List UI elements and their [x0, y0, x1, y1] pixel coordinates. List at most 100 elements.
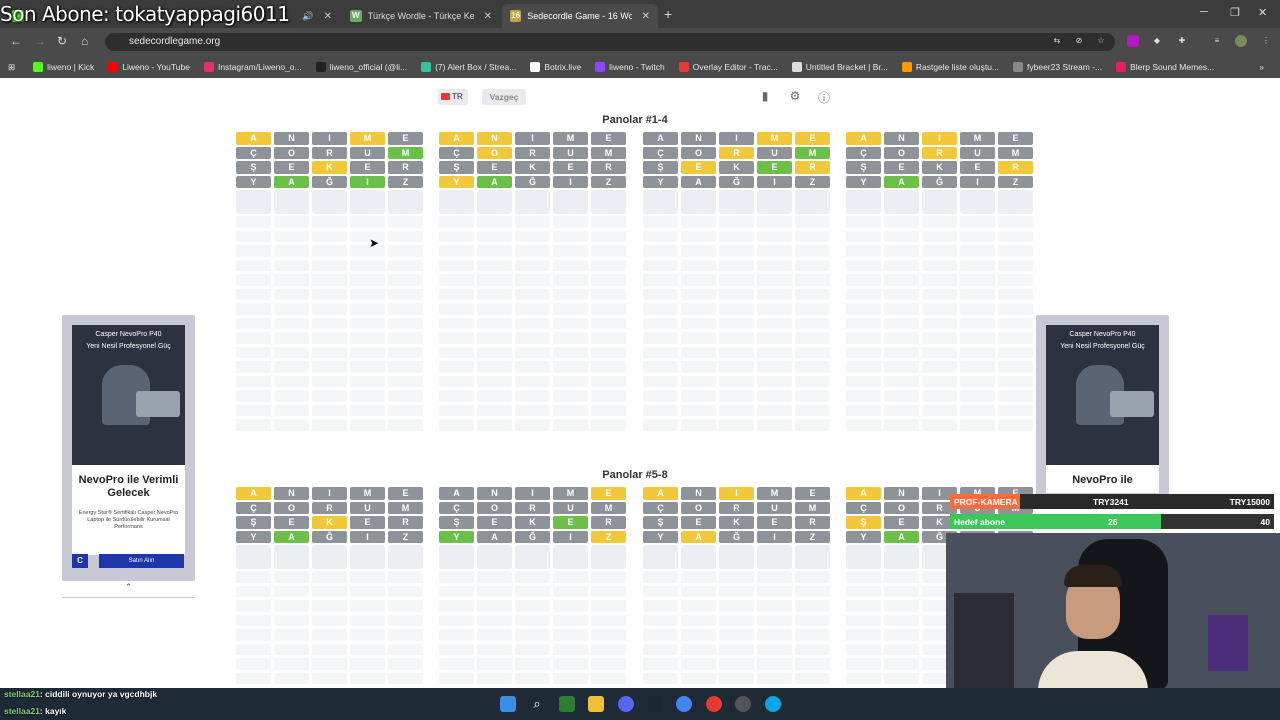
- extension-diamond-icon[interactable]: ◆: [1151, 35, 1163, 47]
- future-tile: [439, 317, 474, 329]
- bookmark-item[interactable]: liweno_official (@li...: [315, 62, 407, 72]
- eye-off-icon[interactable]: ⊘: [1073, 35, 1085, 47]
- address-input[interactable]: sedecordlegame.org: [105, 33, 1115, 51]
- future-tile: [998, 274, 1033, 286]
- info-icon[interactable]: ⓘ: [815, 89, 833, 105]
- future-row: [236, 643, 426, 655]
- translate-icon[interactable]: ⇆: [1051, 35, 1063, 47]
- extension-icon[interactable]: [1127, 35, 1139, 47]
- bookmark-item[interactable]: liweno | Kick: [33, 62, 94, 72]
- guess-row: ÇORUM: [439, 146, 629, 159]
- tab-turkce-wordle[interactable]: W Türkçe Wordle - Türkçe Kelime ✕: [342, 4, 500, 28]
- future-tile: [719, 216, 754, 228]
- chrome-icon[interactable]: [676, 696, 692, 712]
- discord-icon[interactable]: [618, 696, 634, 712]
- edge-icon[interactable]: [765, 696, 781, 712]
- future-tile: [553, 658, 588, 670]
- future-tile: [553, 600, 588, 612]
- forward-icon[interactable]: →: [34, 34, 46, 48]
- ad-headline-partial: NevoPro ile: [1072, 474, 1133, 486]
- empty-tile: [681, 545, 716, 569]
- ad-brand: Casper NevoPro P40: [95, 331, 162, 338]
- stats-icon[interactable]: ▮: [756, 89, 774, 105]
- future-tile: [643, 643, 678, 655]
- future-tile: [591, 288, 626, 300]
- bookmark-item[interactable]: liweno - Twitch: [595, 62, 665, 72]
- bookmark-label: Instagram/Liweno_o...: [217, 62, 302, 72]
- letter-tile: O: [274, 501, 309, 514]
- bookmark-item[interactable]: Botrix.live: [530, 62, 581, 72]
- restore-icon[interactable]: ❐: [1230, 6, 1240, 19]
- future-tile: [553, 274, 588, 286]
- bookmark-item[interactable]: fybeer23 Stream -...: [1013, 62, 1102, 72]
- new-tab-icon[interactable]: +: [664, 6, 672, 22]
- search-icon[interactable]: ⌕: [529, 696, 545, 712]
- advertisement-left[interactable]: Casper NevoPro P40 Yeni Nesil Profesyone…: [62, 315, 195, 581]
- close-window-icon[interactable]: ✕: [1258, 6, 1267, 19]
- more-bookmarks-icon[interactable]: »: [1259, 62, 1264, 72]
- extensions-puzzle-icon[interactable]: ✚: [1176, 35, 1188, 47]
- letter-tile: E: [681, 161, 716, 174]
- future-tile: [236, 230, 271, 242]
- bookmark-item[interactable]: Rastgele liste oluştu...: [901, 62, 999, 72]
- app-icon[interactable]: [559, 696, 575, 712]
- future-tile: [922, 390, 957, 402]
- bookmark-item[interactable]: Liweno - YouTube: [108, 62, 190, 72]
- media-icon[interactable]: ≡: [1211, 35, 1223, 47]
- bookmark-item[interactable]: Overlay Editor - Trac...: [678, 62, 778, 72]
- home-icon[interactable]: ⌂: [81, 34, 88, 48]
- guess-row: ŞEKER: [236, 161, 426, 174]
- reload-icon[interactable]: ↻: [57, 34, 67, 48]
- bookmark-item[interactable]: Untitled Bracket | Br...: [791, 62, 888, 72]
- current-input-row: [643, 545, 833, 569]
- file-explorer-icon[interactable]: [588, 696, 604, 712]
- future-tile: [719, 346, 754, 358]
- advertisement-right[interactable]: Casper NevoPro P40 Yeni Nesil Profesyone…: [1036, 315, 1169, 495]
- back-icon[interactable]: ←: [10, 34, 22, 48]
- collapse-ad-icon[interactable]: ⌃: [62, 582, 195, 598]
- settings-gear-icon[interactable]: ⚙: [786, 89, 804, 105]
- empty-tile: [350, 545, 385, 569]
- future-tile: [515, 274, 550, 286]
- language-button[interactable]: TR: [438, 89, 468, 105]
- bookmark-item[interactable]: Blerp Sound Memes...: [1116, 62, 1214, 72]
- future-tile: [439, 658, 474, 670]
- close-icon[interactable]: ✕: [324, 11, 332, 22]
- cancel-button[interactable]: Vazgeç: [482, 89, 526, 105]
- apps-icon[interactable]: ⊞: [8, 62, 15, 73]
- letter-tile: Y: [439, 530, 474, 543]
- empty-tile: [846, 545, 881, 569]
- future-tile: [643, 404, 678, 416]
- bookmark-item[interactable]: (7) Alert Box / Strea...: [421, 62, 516, 72]
- opera-icon[interactable]: [706, 696, 722, 712]
- future-tile: [515, 245, 550, 257]
- future-tile: [643, 614, 678, 626]
- future-tile: [846, 303, 881, 315]
- future-row: [236, 658, 426, 670]
- future-tile: [795, 404, 830, 416]
- close-icon[interactable]: ✕: [484, 11, 492, 22]
- profile-avatar[interactable]: [1235, 35, 1247, 47]
- obs-icon[interactable]: [735, 696, 751, 712]
- bookmark-item[interactable]: Instagram/Liweno_o...: [203, 62, 302, 72]
- future-row: [439, 259, 629, 271]
- steam-icon[interactable]: [647, 696, 663, 712]
- letter-tile: Y: [643, 530, 678, 543]
- future-tile: [274, 419, 309, 431]
- ad-headline: NevoPro ile Verimli Gelecek: [78, 474, 179, 499]
- menu-icon[interactable]: ⋮: [1260, 35, 1272, 47]
- future-tile: [795, 274, 830, 286]
- bookmark-star-icon[interactable]: ☆: [1095, 35, 1107, 47]
- future-tile: [846, 216, 881, 228]
- future-tile: [591, 346, 626, 358]
- future-row: [643, 230, 833, 242]
- minimize-icon[interactable]: ─: [1200, 6, 1208, 18]
- windows-start-icon[interactable]: [500, 696, 516, 712]
- empty-tile: [998, 190, 1033, 214]
- future-tile: [643, 585, 678, 597]
- donation-amount: TRY3241: [1093, 497, 1129, 507]
- close-icon[interactable]: ✕: [642, 11, 650, 22]
- tab-sedecordle[interactable]: 16 Sedecordle Game - 16 Words ✕: [502, 4, 658, 28]
- empty-tile: [515, 190, 550, 214]
- ad-buy-button[interactable]: Satın Alın: [99, 554, 184, 568]
